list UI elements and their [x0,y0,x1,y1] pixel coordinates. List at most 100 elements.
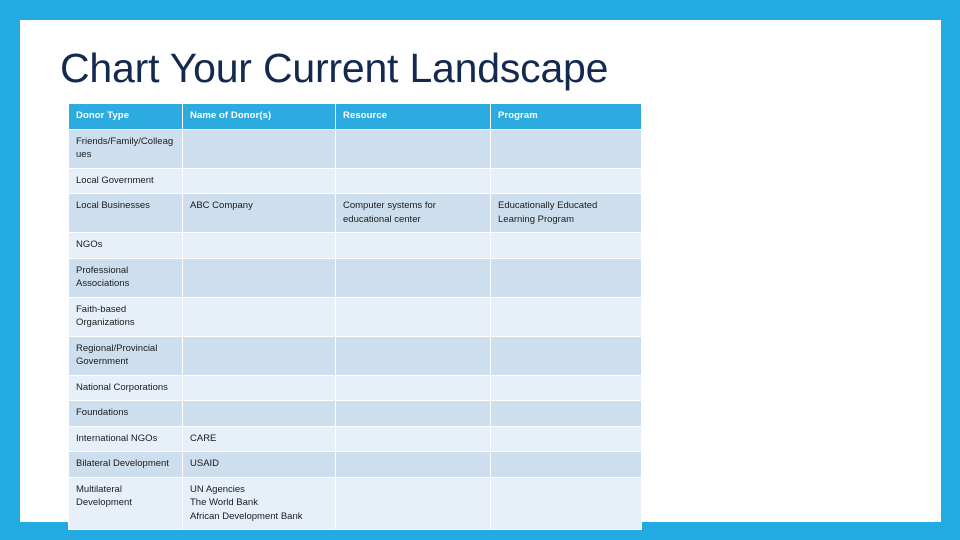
cell-resource[interactable] [335,128,491,169]
cell-program[interactable] [490,128,642,169]
cell-resource[interactable] [335,476,491,530]
column-header-resource: Resource [335,103,491,130]
donor-landscape-table-container: Donor Type Name of Donor(s) Resource Pro… [68,103,642,530]
table-row: NGOs [68,232,642,259]
cell-text-line: Friends/Family/Colleagues [76,135,174,161]
cell-program[interactable] [490,425,642,452]
cell-resource[interactable] [335,400,491,427]
empty-cell-placeholder [343,483,483,497]
cell-program[interactable] [490,451,642,478]
empty-cell-placeholder [498,342,634,356]
cell-donor-type[interactable]: NGOs [68,232,183,259]
cell-text-line: Educationally Educated Learning Program [498,200,598,225]
empty-cell-placeholder [498,174,634,188]
cell-text-line: Professional Associations [76,264,130,290]
cell-program[interactable] [490,257,642,298]
cell-resource[interactable]: Computer systems for educational center [335,193,491,233]
page-title: Chart Your Current Landscape [60,45,609,91]
cell-donor-type[interactable]: Regional/Provincial Government [68,335,183,376]
empty-cell-placeholder [498,135,634,149]
empty-cell-placeholder [343,457,483,471]
empty-cell-placeholder [343,238,483,252]
cell-resource[interactable] [335,374,491,401]
empty-cell-placeholder [190,342,328,356]
empty-cell-placeholder [190,406,328,420]
cell-text-line: Local Government [76,174,154,186]
cell-name-of-donors[interactable] [182,167,336,194]
cell-name-of-donors[interactable] [182,232,336,259]
table-row: Foundations [68,400,642,427]
table-header-row: Donor Type Name of Donor(s) Resource Pro… [68,103,642,130]
empty-cell-placeholder [343,342,483,356]
cell-name-of-donors[interactable]: CARE [182,425,336,452]
empty-cell-placeholder [498,483,634,497]
empty-cell-placeholder [498,303,634,317]
cell-program[interactable] [490,476,642,530]
empty-cell-placeholder [190,303,328,317]
cell-donor-type[interactable]: Multilateral Development [68,476,183,530]
cell-text-line: USAID [190,458,220,469]
table-row: Local Government [68,167,642,194]
cell-name-of-donors[interactable] [182,296,336,337]
empty-cell-placeholder [498,432,634,446]
cell-donor-type[interactable]: International NGOs [68,425,183,452]
cell-name-of-donors[interactable]: UN Agencies The World Bank African Develop… [182,476,336,530]
cell-donor-type[interactable]: Foundations [68,400,183,427]
table-row: Multilateral Development UN Agencies The W… [68,476,642,530]
cell-program[interactable] [490,400,642,427]
cell-resource[interactable] [335,167,491,194]
cell-text-line: Bilateral Development [76,458,169,469]
empty-cell-placeholder [498,264,634,278]
cell-name-of-donors[interactable] [182,257,336,298]
cell-donor-type[interactable]: National Corporations [68,374,183,401]
table-header: Donor Type Name of Donor(s) Resource Pro… [68,103,642,130]
cell-resource[interactable] [335,296,491,337]
cell-donor-type[interactable]: Local Government [68,167,183,194]
cell-name-of-donors[interactable] [182,128,336,169]
cell-donor-type[interactable]: Professional Associations [68,257,183,298]
cell-text-line: National Corporations [76,381,168,393]
empty-cell-placeholder [343,135,483,149]
cell-resource[interactable] [335,257,491,298]
table-row: Friends/Family/Colleagues [68,128,642,169]
table-row: Professional Associations [68,257,642,298]
cell-text-line: Faith-based Organizations [76,303,135,329]
empty-cell-placeholder [343,381,483,395]
slide-canvas: Chart Your Current Landscape Donor Type … [20,20,941,530]
cell-donor-type[interactable]: Local Businesses [68,193,183,233]
column-header-program: Program [490,103,642,130]
empty-cell-placeholder [498,406,634,420]
table-row: Local Businesses ABC Company Computer syst… [68,193,642,233]
empty-cell-placeholder [498,238,634,252]
cell-donor-type[interactable]: Bilateral Development [68,451,183,478]
cell-program[interactable] [490,374,642,401]
empty-cell-placeholder [343,303,483,317]
empty-cell-placeholder [190,174,328,188]
cell-donor-type[interactable]: Friends/Family/Colleagues [68,128,183,169]
cell-resource[interactable] [335,335,491,376]
cell-text-line: UN Agencies [190,483,245,495]
cell-name-of-donors[interactable]: USAID [182,451,336,478]
cell-text-line: NGOs [76,239,103,250]
cell-donor-type[interactable]: Faith-based Organizations [68,296,183,337]
cell-program[interactable]: Educationally Educated Learning Program [490,193,642,233]
cell-program[interactable] [490,296,642,337]
empty-cell-placeholder [498,381,634,395]
table-row: Regional/Provincial Government [68,335,642,376]
cell-resource[interactable] [335,451,491,478]
cell-name-of-donors[interactable] [182,335,336,376]
empty-cell-placeholder [343,432,483,446]
table-row: International NGOs CARE [68,425,642,452]
cell-name-of-donors[interactable] [182,400,336,427]
donor-landscape-table: Donor Type Name of Donor(s) Resource Pro… [68,103,642,530]
cell-program[interactable] [490,232,642,259]
column-header-name-of-donors: Name of Donor(s) [182,103,336,130]
cell-program[interactable] [490,335,642,376]
table-row: National Corporations [68,374,642,401]
cell-name-of-donors[interactable] [182,374,336,401]
cell-program[interactable] [490,167,642,194]
empty-cell-placeholder [343,406,483,420]
cell-resource[interactable] [335,232,491,259]
cell-name-of-donors[interactable]: ABC Company [182,193,336,233]
cell-resource[interactable] [335,425,491,452]
